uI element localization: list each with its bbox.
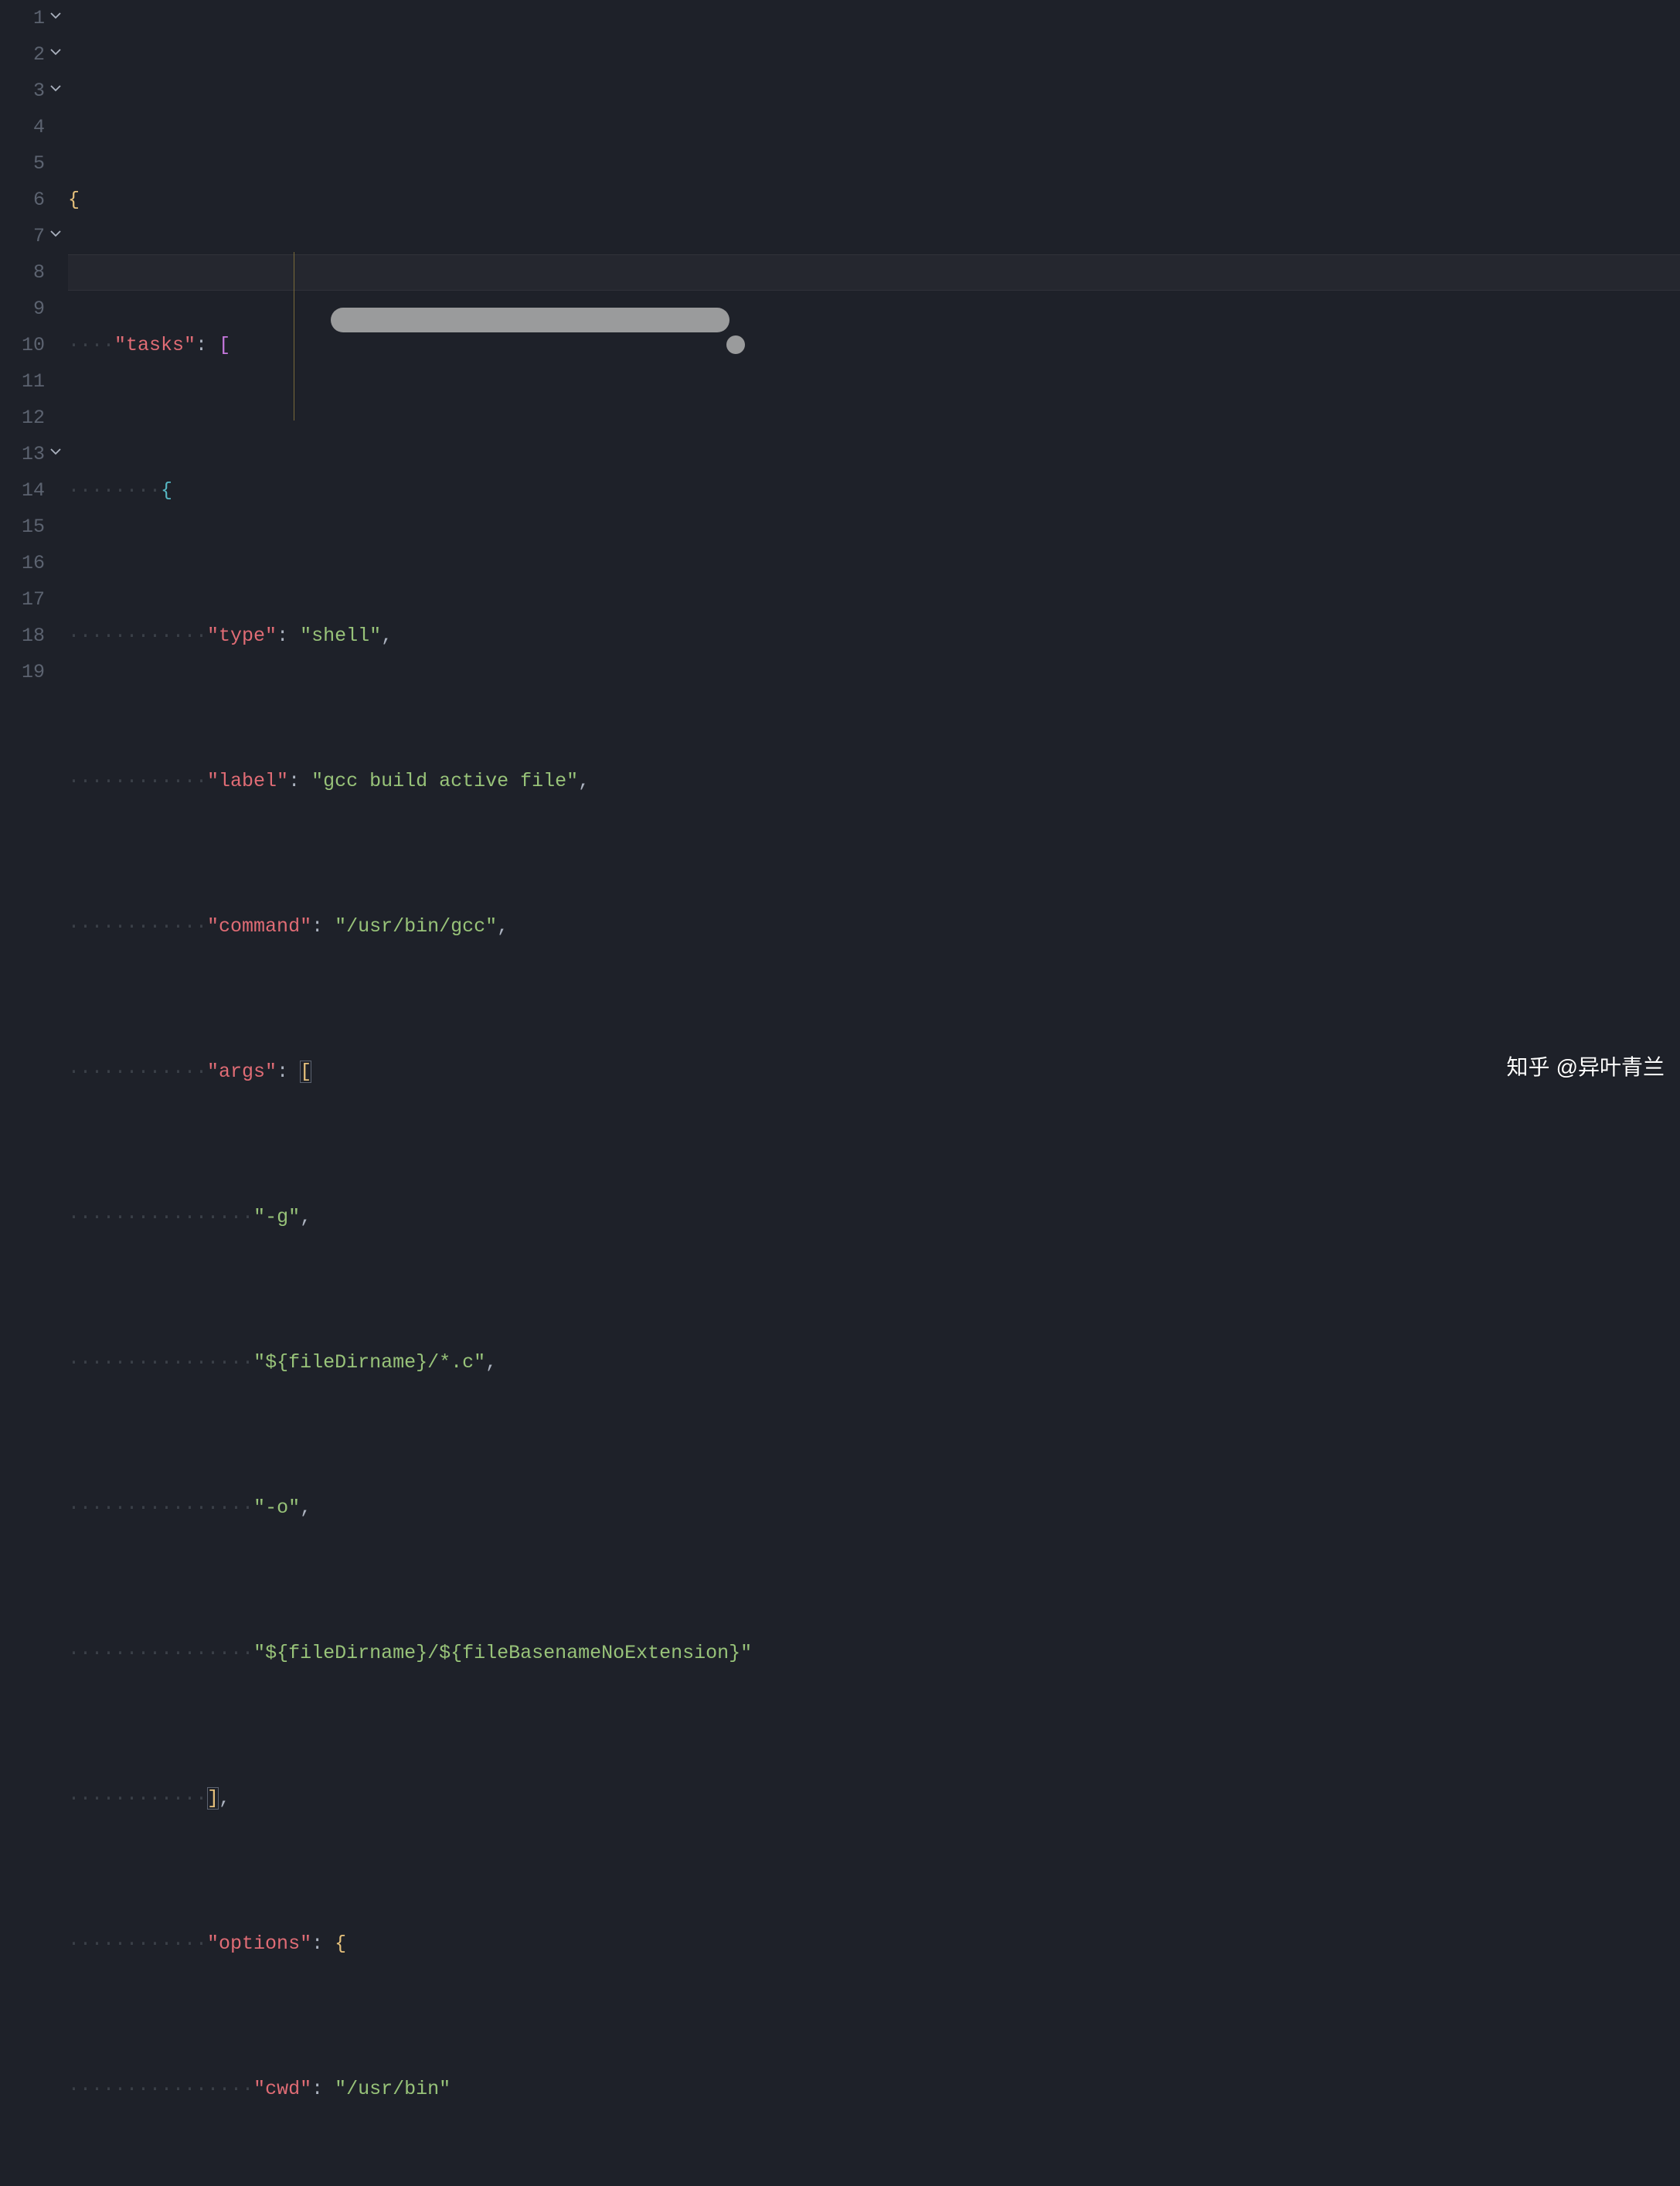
code-line[interactable]: ················"${fileDirname}/*.c", bbox=[68, 1344, 1680, 1381]
code-line[interactable]: ········{ bbox=[68, 472, 1680, 509]
code-line[interactable]: ················"${fileDirname}/${fileBa… bbox=[68, 1635, 1680, 1671]
line-number: 18 bbox=[14, 618, 45, 654]
line-number: 1 bbox=[14, 0, 45, 36]
line-number: 8 bbox=[14, 254, 45, 291]
code-line[interactable]: ····"tasks": [ bbox=[68, 327, 1680, 363]
line-number: 15 bbox=[14, 509, 45, 545]
line-number: 12 bbox=[14, 400, 45, 436]
code-line[interactable]: ················"cwd": "/usr/bin" bbox=[68, 2071, 1680, 2107]
line-number: 14 bbox=[14, 472, 45, 509]
line-number: 4 bbox=[14, 109, 45, 145]
fold-toggle[interactable] bbox=[48, 436, 63, 472]
line-number: 16 bbox=[14, 545, 45, 581]
code-line[interactable]: ············"command": "/usr/bin/gcc", bbox=[68, 908, 1680, 945]
code-line[interactable]: ············"args": [ bbox=[68, 1054, 1680, 1090]
watermark-site: 知乎 bbox=[1507, 1049, 1550, 1085]
code-line[interactable]: ············"label": "gcc build active f… bbox=[68, 763, 1680, 799]
fold-toggle[interactable] bbox=[48, 73, 63, 109]
cursor-selection-overlay bbox=[331, 308, 729, 332]
line-number: 17 bbox=[14, 581, 45, 618]
code-line[interactable]: ············"type": "shell", bbox=[68, 618, 1680, 654]
code-content[interactable]: { ····"tasks": [ ········{ ············"… bbox=[68, 0, 1680, 1093]
active-line-highlight bbox=[68, 254, 1680, 291]
code-editor[interactable]: 1 2 3 4 5 6 7 8 9 10 11 12 13 14 15 16 1… bbox=[0, 0, 1680, 1093]
code-line[interactable]: ················"-o", bbox=[68, 1490, 1680, 1526]
code-line[interactable]: { bbox=[68, 182, 1680, 218]
line-number: 6 bbox=[14, 182, 45, 218]
line-number: 5 bbox=[14, 145, 45, 182]
line-number: 2 bbox=[14, 36, 45, 73]
line-number: 3 bbox=[14, 73, 45, 109]
line-number: 7 bbox=[14, 218, 45, 254]
line-number: 13 bbox=[14, 436, 45, 472]
line-number: 19 bbox=[14, 654, 45, 690]
code-line[interactable]: ················"-g", bbox=[68, 1199, 1680, 1235]
line-number: 10 bbox=[14, 327, 45, 363]
line-number: 11 bbox=[14, 363, 45, 400]
fold-toggle[interactable] bbox=[48, 218, 63, 254]
fold-toggle[interactable] bbox=[48, 0, 63, 36]
line-number: 9 bbox=[14, 291, 45, 327]
watermark-author: @异叶青兰 bbox=[1556, 1049, 1665, 1085]
cursor-dot-overlay bbox=[726, 335, 745, 354]
fold-toggle[interactable] bbox=[48, 36, 63, 73]
watermark: 知乎 @异叶青兰 bbox=[1507, 1049, 1665, 1085]
code-line[interactable]: ············"options": { bbox=[68, 1926, 1680, 1962]
code-line[interactable]: ············], bbox=[68, 1780, 1680, 1817]
line-number-gutter: 1 2 3 4 5 6 7 8 9 10 11 12 13 14 15 16 1… bbox=[0, 0, 68, 1093]
